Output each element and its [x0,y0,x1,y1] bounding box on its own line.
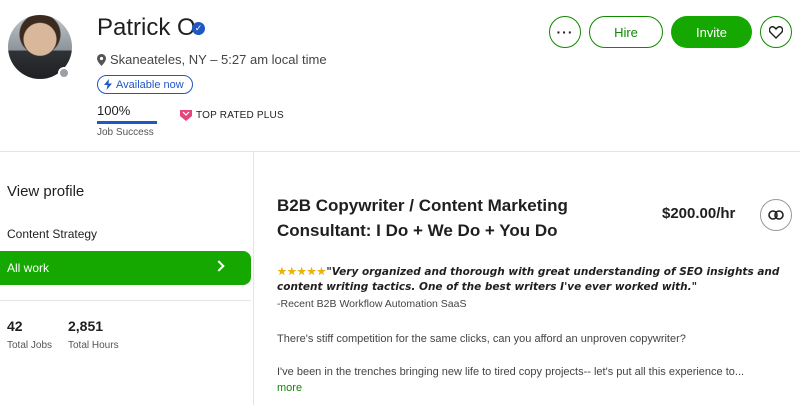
hire-button[interactable]: Hire [589,16,663,48]
sidebar-item-all-work[interactable]: All work [0,251,251,285]
top-rated-plus-badge: TOP RATED PLUS [180,109,284,121]
save-favorite-button[interactable] [760,16,792,48]
total-hours-stat: 2,851 Total Hours [68,318,119,351]
heart-icon [769,25,783,39]
job-success-value: 100% [97,103,131,118]
sidebar-item-label: All work [7,261,50,275]
more-link[interactable]: more [277,382,302,394]
total-hours-value: 2,851 [68,318,104,334]
availability-text: Available now [116,78,184,91]
availability-badge[interactable]: Available now [97,75,193,94]
total-hours-label: Total Hours [68,340,119,351]
hourly-rate: $200.00/hr [662,205,736,222]
job-success-label: Job Success [97,127,154,138]
verified-icon: ✓ [192,22,205,35]
review-snippet: ★★★★★"Very organized and thorough with g… [277,265,792,295]
view-profile-heading: View profile [7,183,85,200]
freelancer-name: Patrick O. [97,14,203,41]
top-rated-plus-icon [180,110,192,121]
total-jobs-value: 42 [7,318,23,334]
location-pin-icon [97,53,106,66]
rating-stars: ★★★★★ [277,266,327,278]
link-icon [768,210,784,220]
review-quote: "Very organized and thorough with great … [277,266,780,293]
sidebar-item-content-strategy[interactable]: Content Strategy [7,227,97,241]
badge-label: TOP RATED PLUS [196,109,284,121]
stats-divider [0,300,251,301]
total-jobs-label: Total Jobs [7,340,53,351]
chevron-right-icon [213,260,225,272]
job-success-bar [97,121,157,124]
online-status-dot [58,67,70,79]
review-attribution: -Recent B2B Workflow Automation SaaS [277,298,467,310]
total-jobs-stat: 42 Total Jobs [7,318,52,351]
profile-title: B2B Copywriter / Content Marketing Consu… [277,196,568,240]
more-options-button[interactable]: ··· [549,16,581,48]
invite-button[interactable]: Invite [671,16,752,48]
overview-paragraph-2: I've been in the trenches bringing new l… [277,366,745,378]
overview-paragraph-1: There's stiff competition for the same c… [277,333,686,345]
column-divider [253,151,254,405]
header-divider [0,151,800,152]
copy-link-button[interactable] [760,199,792,231]
location-text: Skaneateles, NY – 5:27 am local time [110,52,327,67]
location-row: Skaneateles, NY – 5:27 am local time [97,52,327,67]
lightning-icon [104,79,112,90]
